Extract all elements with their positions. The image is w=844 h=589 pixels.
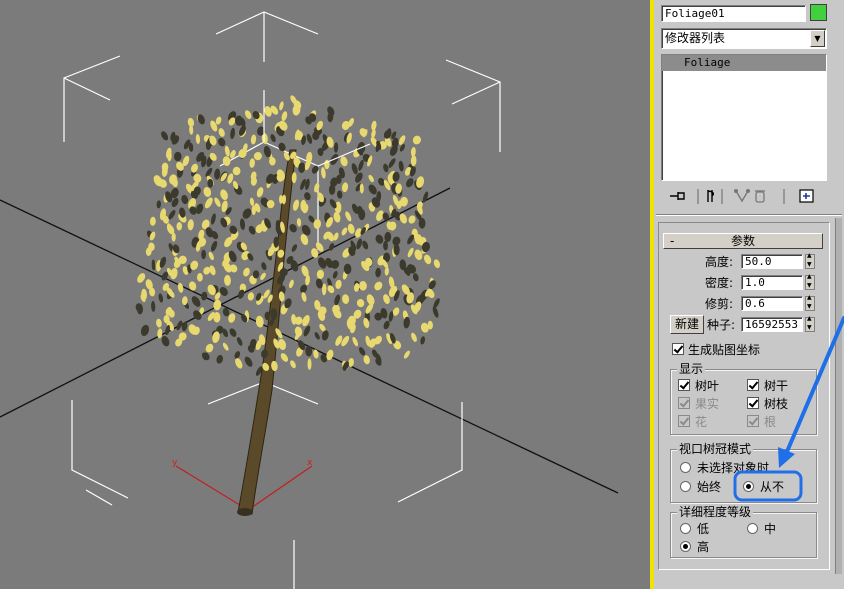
annotation-arrow [784, 316, 844, 456]
annotation-highlight-box [733, 470, 803, 502]
annotation-overlay [733, 316, 844, 502]
